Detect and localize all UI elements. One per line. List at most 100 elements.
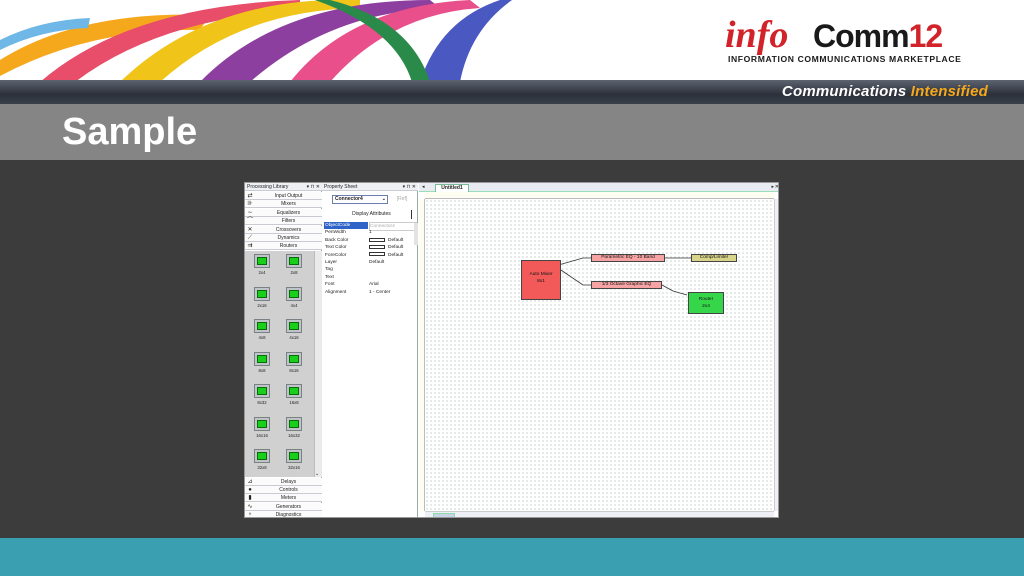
router-tile-label: 16x16: [256, 432, 268, 438]
tab-scroll-left-icon[interactable]: ◂: [422, 183, 425, 191]
property-sheet-panel: Property Sheet ▾ ⊓ ✕ Connector4 ⌄ [Ref] …: [322, 183, 418, 517]
router-tile-label: 32x16: [288, 465, 300, 470]
property-row[interactable]: ForeColor Default: [324, 252, 416, 259]
library-scrollbar[interactable]: ⌄: [314, 251, 322, 477]
router-block[interactable]: Router 2x4: [688, 292, 724, 314]
categories_bottom-category-2[interactable]: ▮ Meters: [245, 494, 322, 503]
categories_top-category-3[interactable]: ⌒ Filters: [245, 217, 322, 226]
close-icon[interactable]: ✕: [775, 183, 778, 191]
tagline: Communications Intensified: [781, 83, 988, 100]
object-selector-value: Connector4: [335, 196, 363, 202]
property-value-cell[interactable]: Default: [369, 259, 417, 266]
router-tile[interactable]: 8x8: [252, 351, 272, 378]
router-icon: [286, 351, 302, 366]
router-tile[interactable]: 16x8: [284, 384, 304, 410]
router-icon: [286, 286, 302, 301]
property-value-cell[interactable]: Arial: [369, 281, 417, 288]
ref-button[interactable]: [Ref]: [392, 195, 412, 204]
property-value-cell[interactable]: 1: [369, 229, 417, 236]
category-label: Dynamics: [277, 235, 300, 241]
category-label: Crossovers: [275, 226, 302, 233]
library-window-controls[interactable]: ▾ ⊓ ✕: [307, 183, 320, 191]
category-icon: ⟋: [247, 235, 253, 241]
router-tile[interactable]: 8x16: [284, 351, 304, 378]
router-tile-grid: 2x4 2x8 2x16 4x4 4x8 4x16 8x8 8x16 8x32 16x8 16x16…: [245, 251, 322, 477]
router-tile[interactable]: 2x16: [252, 286, 272, 313]
property-value: 1 - Center: [369, 289, 391, 295]
property-value: Default: [388, 245, 404, 251]
property-scrollbar[interactable]: [414, 223, 418, 245]
router-icon: [286, 254, 302, 268]
router-tile[interactable]: 8x32: [252, 384, 272, 410]
object-selector[interactable]: Connector4 ⌄: [332, 195, 388, 204]
router-tile[interactable]: 2x8: [284, 254, 304, 280]
router-tile[interactable]: 4x8: [252, 319, 272, 345]
property-row[interactable]: Layer Default: [324, 259, 416, 266]
router-tile-label: 2x8: [290, 270, 298, 275]
property-row[interactable]: Alignment 1 - Center: [324, 289, 416, 296]
color-swatch-icon: [369, 237, 385, 242]
categories_top-category-2[interactable]: ∼ Equalizers: [245, 208, 322, 217]
categories_bottom-category-4[interactable]: ♆ Diagnostics: [245, 510, 322, 517]
software-screenshot: Processing Library ▾ ⊓ ✕ ⇄ Input Output ⊪ M…: [244, 182, 779, 518]
rainbow-arcs-graphic: [0, 0, 512, 82]
categories_top-category-1[interactable]: ⊪ Mixers: [245, 200, 322, 209]
property-value-cell[interactable]: Default: [369, 244, 417, 251]
property-row[interactable]: ObjectCode Connector4: [324, 222, 417, 231]
footer-band: [0, 538, 1024, 576]
logo-comm-text: Comm12: [813, 18, 943, 54]
property-value-cell[interactable]: 1 - Center: [369, 289, 417, 296]
property-value-cell[interactable]: Default: [369, 237, 417, 244]
category-icon: ⊪: [247, 201, 253, 208]
canvas-horizontal-scrollbar[interactable]: [425, 511, 774, 517]
router-tile[interactable]: 4x4: [284, 286, 304, 313]
property-row[interactable]: Text: [324, 274, 416, 281]
categories_top-category-6[interactable]: ⇉ Routers: [245, 242, 322, 251]
graphic-eq-block[interactable]: 1/3 Octave Graphic EQ: [591, 281, 662, 289]
property-value-cell[interactable]: Default: [369, 252, 417, 259]
property-name: Text: [325, 274, 334, 280]
router-icon: [254, 449, 270, 463]
router-tile[interactable]: 16x16: [252, 416, 272, 443]
property-row[interactable]: Back Color Default: [324, 237, 416, 244]
router-tile[interactable]: 16x32: [284, 416, 304, 443]
property-name: Font: [325, 282, 335, 288]
property-value: Default: [388, 237, 404, 243]
connection-wires: [554, 257, 691, 296]
categories_bottom-category-1[interactable]: ● Controls: [245, 486, 322, 495]
property-row[interactable]: Text Color Default: [324, 244, 416, 251]
slide-title: Sample: [62, 111, 198, 153]
auto-mixer-block[interactable]: Auto Mixer 8x1: [521, 260, 561, 300]
property-row[interactable]: Font Arial: [324, 281, 416, 288]
router-tile[interactable]: 32x16: [284, 449, 304, 475]
comp-limiter-block[interactable]: Comp/Limiter: [691, 254, 737, 262]
categories_top-category-4[interactable]: ✕ Crossovers: [245, 225, 322, 234]
categories_top-category-0[interactable]: ⇄ Input Output: [245, 192, 322, 200]
router-tile[interactable]: 4x16: [284, 319, 304, 345]
property-row[interactable]: PenWidth 1: [324, 229, 416, 236]
property-row[interactable]: Tag: [324, 266, 416, 273]
router-tile[interactable]: 2x4: [252, 254, 272, 280]
router-tile-label: 2x4: [258, 270, 266, 275]
design-canvas-area: ◂ Untitled1 ▸ ✕ Auto Mixer 8x1 Parametri: [419, 183, 778, 517]
category-icon: ∼: [247, 209, 253, 216]
slide: info Comm12 INFORMATION COMMUNICATIONS M…: [0, 0, 1024, 576]
tab-scroll-right-icon[interactable]: ▸: [771, 183, 774, 191]
display-attributes-button[interactable]: Display Attributes: [332, 210, 412, 219]
property-window-controls[interactable]: ▾ ⊓ ✕: [403, 183, 416, 191]
scroll-down-icon[interactable]: ⌄: [315, 471, 319, 477]
scroll-thumb[interactable]: [433, 513, 455, 517]
router-tile-label: 4x4: [290, 302, 298, 308]
categories_top-category-5[interactable]: ⟋ Dynamics: [245, 234, 322, 242]
router-tile[interactable]: 32x8: [252, 449, 272, 475]
categories_bottom-category-3[interactable]: ∿ Generators: [245, 502, 322, 511]
router-icon: [286, 319, 302, 333]
categories_bottom-category-0[interactable]: ⊿ Delays: [245, 478, 322, 486]
router-tile-label: 16x8: [289, 400, 299, 405]
canvas-grid[interactable]: Auto Mixer 8x1 Parametric EQ - 10 Band 1…: [425, 199, 774, 511]
category-label: Delays: [280, 479, 297, 485]
property-value: Connector4: [370, 224, 395, 229]
canvas-vertical-scrollbar[interactable]: [774, 199, 778, 511]
tab-untitled1[interactable]: Untitled1: [435, 184, 469, 192]
parametric-eq-block[interactable]: Parametric EQ - 10 Band: [591, 254, 665, 262]
